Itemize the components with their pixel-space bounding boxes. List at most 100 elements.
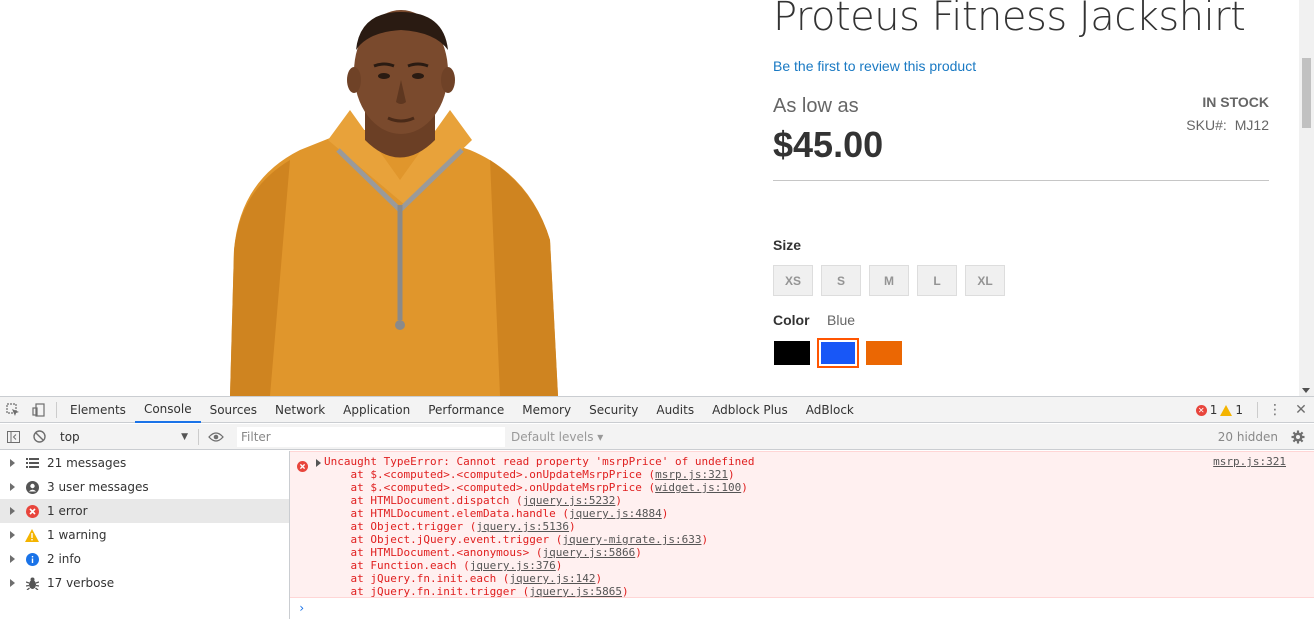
error-message-text: Uncaught TypeError: Cannot read property… — [324, 455, 755, 468]
tab-application[interactable]: Application — [334, 397, 419, 423]
size-swatch-s[interactable]: S — [821, 265, 861, 296]
tab-performance[interactable]: Performance — [419, 397, 513, 423]
sku-value: MJ12 — [1234, 117, 1269, 133]
issue-counts[interactable]: ✕ 1 1 — [1195, 403, 1243, 417]
tab-audits[interactable]: Audits — [647, 397, 703, 423]
stack-frame-text: at HTMLDocument.<anonymous> ( — [324, 546, 543, 559]
sidebar-item-label: 1 warning — [47, 528, 107, 542]
stack-frame-link[interactable]: msrp.js:321 — [655, 468, 728, 481]
tab-sources[interactable]: Sources — [201, 397, 266, 423]
price-label: As low as — [773, 95, 859, 117]
devtools-panel: Elements Console Sources Network Applica… — [0, 396, 1314, 619]
gear-icon[interactable] — [1288, 427, 1308, 447]
stack-frame-text: at $.<computed>.<computed>.onUpdateMsrpP… — [324, 481, 656, 494]
stack-frame-link[interactable]: jquery.js:376 — [470, 559, 556, 572]
tab-security[interactable]: Security — [580, 397, 647, 423]
close-icon[interactable]: ✕ — [1288, 397, 1314, 423]
expand-caret-icon[interactable] — [316, 459, 321, 467]
size-swatch-l[interactable]: L — [917, 265, 957, 296]
sidebar-item-info[interactable]: 2 info — [0, 547, 289, 571]
stack-frame-text: ) — [595, 572, 603, 585]
review-link[interactable]: Be the first to review this product — [773, 58, 976, 74]
sidebar-item-label: 2 info — [47, 552, 81, 566]
stack-frame-text: ) — [741, 481, 748, 494]
log-levels-dropdown[interactable]: Default levels ▾ — [511, 430, 603, 444]
tab-elements[interactable]: Elements — [61, 397, 135, 423]
stack-frame-link[interactable]: jquery.js:142 — [509, 572, 595, 585]
error-source-link[interactable]: msrp.js:321 — [1213, 455, 1286, 468]
inspect-element-icon[interactable] — [0, 397, 26, 423]
context-select[interactable]: top ▼ — [54, 427, 194, 447]
sidebar-toggle-icon[interactable] — [0, 424, 26, 450]
stack-frame-link[interactable]: jquery.js:5136 — [476, 520, 569, 533]
bug-icon — [25, 576, 39, 590]
list-icon — [25, 456, 39, 470]
tab-adblock-plus[interactable]: Adblock Plus — [703, 397, 797, 423]
tab-console[interactable]: Console — [134, 397, 201, 423]
error-icon — [25, 504, 39, 518]
stock-status: IN STOCK — [1202, 94, 1269, 110]
sidebar-item-errors[interactable]: 1 error — [0, 499, 289, 523]
device-toolbar-icon[interactable] — [26, 397, 52, 423]
warning-count-icon — [1220, 404, 1233, 416]
sidebar-item-label: 3 user messages — [47, 480, 149, 494]
expand-caret-icon — [10, 483, 15, 491]
tab-memory[interactable]: Memory — [513, 397, 580, 423]
stack-frame-link[interactable]: jquery.js:5866 — [543, 546, 636, 559]
stack-frame-text: ) — [555, 559, 563, 572]
stack-frame-link[interactable]: widget.js:100 — [655, 481, 741, 494]
user-icon — [25, 480, 39, 494]
color-swatch-orange[interactable] — [865, 340, 903, 366]
eye-icon[interactable] — [203, 424, 229, 450]
filter-input[interactable] — [237, 426, 505, 447]
stack-frame: at HTMLDocument.<anonymous> (jquery.js:5… — [324, 546, 754, 559]
stack-frame: at Object.jQuery.event.trigger (jquery-m… — [324, 533, 754, 546]
chevron-down-icon: ▼ — [181, 431, 188, 442]
stack-frame: at Object.trigger (jquery.js:5136) — [324, 520, 754, 533]
page-scrollbar[interactable] — [1299, 0, 1314, 396]
size-swatch-m[interactable]: M — [869, 265, 909, 296]
color-swatch-blue[interactable] — [817, 338, 859, 368]
info-icon — [25, 552, 39, 566]
size-swatch-xs[interactable]: XS — [773, 265, 813, 296]
scroll-down-arrow-icon[interactable] — [1302, 388, 1310, 393]
stack-frame-text: ) — [635, 546, 642, 559]
sidebar-item-messages[interactable]: 21 messages — [0, 451, 289, 475]
error-icon — [297, 457, 308, 476]
stack-frame-text: at jQuery.fn.init.trigger ( — [324, 585, 530, 598]
product-photo[interactable] — [200, 0, 580, 396]
error-count-icon: ✕ — [1195, 404, 1207, 416]
kebab-menu-icon[interactable]: ⋮ — [1262, 397, 1288, 423]
product-price: $45.00 — [773, 124, 884, 165]
console-prompt[interactable]: › — [298, 601, 305, 615]
warning-count: 1 — [1235, 403, 1243, 417]
stack-frame-link[interactable]: jquery.js:4884 — [569, 507, 662, 520]
stack-frame-link[interactable]: jquery.js:5865 — [529, 585, 622, 598]
tab-network[interactable]: Network — [266, 397, 334, 423]
tab-adblock[interactable]: AdBlock — [797, 397, 863, 423]
context-value: top — [60, 429, 80, 444]
console-output: Uncaught TypeError: Cannot read property… — [290, 451, 1314, 619]
color-label: Color — [773, 312, 810, 328]
console-toolbar: top ▼ Default levels ▾ 20 hidden — [0, 424, 1314, 450]
error-lines: Uncaught TypeError: Cannot read property… — [324, 455, 754, 598]
stack-frame: at jQuery.fn.init.trigger (jquery.js:586… — [324, 585, 754, 598]
stack-frame: at $.<computed>.<computed>.onUpdateMsrpP… — [324, 481, 754, 494]
stack-frame-text: ) — [622, 585, 629, 598]
stack-frame-text: ) — [701, 533, 709, 546]
stack-frame-link[interactable]: jquery.js:5232 — [523, 494, 616, 507]
divider — [773, 180, 1269, 181]
page-scroll-thumb[interactable] — [1302, 58, 1311, 128]
sidebar-item-warnings[interactable]: 1 warning — [0, 523, 289, 547]
size-swatches: XS S M L XL — [773, 265, 1005, 296]
sidebar-item-verbose[interactable]: 17 verbose — [0, 571, 289, 595]
stack-frame-link[interactable]: jquery-migrate.js:633 — [562, 533, 701, 546]
clear-console-icon[interactable] — [26, 424, 52, 450]
color-swatch-black[interactable] — [773, 340, 811, 366]
devtools-tabbar: Elements Console Sources Network Applica… — [0, 397, 1314, 423]
size-swatch-xl[interactable]: XL — [965, 265, 1005, 296]
sidebar-item-user-messages[interactable]: 3 user messages — [0, 475, 289, 499]
stack-frame: at HTMLDocument.dispatch (jquery.js:5232… — [324, 494, 754, 507]
stack-frame: at jQuery.fn.init.each (jquery.js:142) — [324, 572, 754, 585]
expand-caret-icon — [10, 579, 15, 587]
